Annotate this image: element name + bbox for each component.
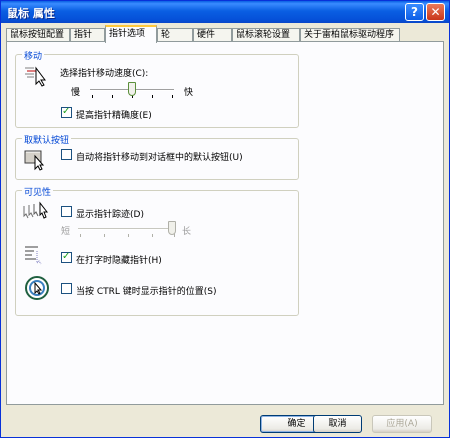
show-location-label[interactable]: 当按 CTRL 键时显示指针的位置(S): [76, 284, 217, 297]
snap-to-icon: [24, 150, 45, 171]
speed-slow-label: 慢: [71, 88, 81, 98]
hide-while-typing-checkbox[interactable]: [61, 251, 72, 263]
trails-long-label: 长: [182, 227, 192, 237]
tab-wheel[interactable]: 轮: [157, 28, 193, 42]
cancel-button[interactable]: 取消: [313, 415, 362, 433]
mouse-properties-dialog: 鼠标 属性 ? ✕ 鼠标按钮配置 指针 指针选项 轮 硬件 鼠标滚轮设置 关于雷…: [0, 0, 450, 438]
window-title: 鼠标 属性: [7, 7, 55, 20]
pointer-trails-icon: [23, 201, 49, 219]
close-icon: ✕: [430, 5, 441, 19]
apply-button[interactable]: 应用(A): [372, 415, 432, 433]
snap-to-label[interactable]: 自动将指针移动到对话框中的默认按钮(U): [76, 150, 243, 163]
group-title-snap-to: 取默认按钮: [22, 133, 72, 146]
help-button[interactable]: ?: [405, 3, 424, 21]
trails-slider-track[interactable]: [78, 228, 176, 230]
group-title-motion: 移动: [22, 49, 45, 62]
precision-label[interactable]: 提高指针精确度(E): [76, 108, 152, 121]
title-bar[interactable]: 鼠标 属性 ? ✕: [1, 1, 449, 23]
help-icon: ?: [411, 5, 418, 19]
precision-checkbox[interactable]: [61, 106, 72, 118]
speed-fast-label: 快: [184, 88, 194, 98]
speed-tick: [92, 95, 93, 98]
trails-short-label: 短: [61, 227, 71, 237]
show-location-icon: [25, 276, 49, 300]
trails-slider-thumb[interactable]: [168, 221, 176, 235]
hide-while-typing-label[interactable]: 在打字时隐藏指针(H): [76, 253, 162, 266]
trails-tick: [174, 234, 175, 237]
trails-tick: [128, 234, 129, 237]
pointer-trails-label[interactable]: 显示指针踪迹(D): [76, 207, 144, 220]
speed-tick: [172, 95, 173, 98]
trails-tick: [80, 234, 81, 237]
tab-panel: 移动 选择指针移动速度(C): 慢 快 提高指针精确度(E): [6, 41, 444, 405]
trails-tick: [152, 234, 153, 237]
group-title-visibility: 可见性: [22, 185, 54, 198]
speed-tick: [152, 95, 153, 98]
show-location-checkbox[interactable]: [61, 283, 72, 294]
tab-pointers[interactable]: 指针: [70, 28, 105, 42]
group-motion: 移动 选择指针移动速度(C): 慢 快 提高指针精确度(E): [15, 49, 299, 128]
group-visibility: 可见性 显示指针踪迹(D) 短 长 ✓ 在打字时隐藏指针(H) 当按 CTRL …: [15, 185, 299, 316]
hide-pointer-icon: [25, 246, 42, 265]
tab-pointer-options[interactable]: 指针选项: [105, 25, 157, 43]
trails-tick: [104, 234, 105, 237]
tab-hardware[interactable]: 硬件: [193, 28, 232, 42]
speed-label: 选择指针移动速度(C):: [60, 69, 149, 79]
speed-slider-thumb[interactable]: [128, 82, 136, 96]
tab-strip: 鼠标按钮配置 指针 指针选项 轮 硬件 鼠标滚轮设置 关于雷柏鼠标驱动程序: [6, 25, 446, 43]
speed-tick: [112, 95, 113, 98]
close-button[interactable]: ✕: [426, 3, 445, 21]
tab-about-driver[interactable]: 关于雷柏鼠标驱动程序: [300, 28, 400, 42]
tab-wheel-settings[interactable]: 鼠标滚轮设置: [232, 28, 300, 42]
pointer-speed-icon: [25, 66, 46, 87]
group-snap-to: 取默认按钮 自动将指针移动到对话框中的默认按钮(U): [15, 133, 299, 180]
tab-buttons[interactable]: 鼠标按钮配置: [6, 28, 70, 42]
pointer-trails-checkbox[interactable]: [61, 206, 72, 217]
snap-to-checkbox[interactable]: [61, 149, 72, 160]
